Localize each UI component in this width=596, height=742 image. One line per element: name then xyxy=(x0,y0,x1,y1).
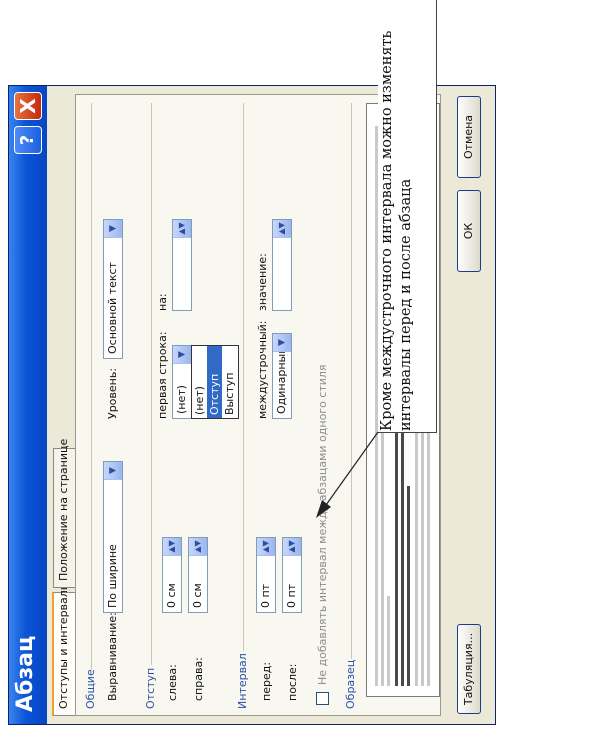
page: Абзац ? X Отступы и интервалы Положение … xyxy=(0,0,596,742)
annotation-arrow xyxy=(316,431,379,518)
arrow-line xyxy=(325,431,379,506)
arrow-head xyxy=(316,500,331,518)
